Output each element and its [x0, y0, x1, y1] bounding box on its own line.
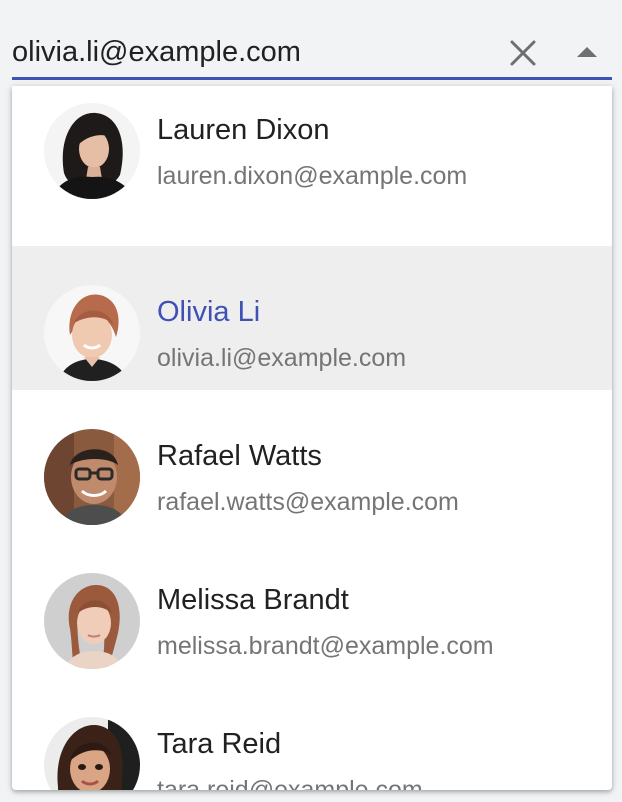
email-input[interactable]: [12, 30, 492, 74]
option-name: Olivia Li: [157, 296, 261, 328]
option-name: Rafael Watts: [157, 440, 322, 472]
arrow-drop-up-icon: [577, 47, 597, 57]
suggestion-list: Lauren Dixon lauren.dixon@example.com Ol…: [12, 86, 612, 790]
email-combobox[interactable]: [12, 0, 612, 80]
avatar: [44, 285, 140, 381]
list-item-tara-reid[interactable]: Tara Reid tara.reid@example.com: [12, 678, 612, 790]
list-item-melissa-brandt[interactable]: Melissa Brandt melissa.brandt@example.co…: [12, 534, 612, 678]
avatar: [44, 717, 140, 790]
close-icon: [510, 40, 536, 66]
avatar: [44, 573, 140, 669]
toggle-list-button[interactable]: [572, 38, 602, 68]
clear-button[interactable]: [506, 36, 540, 70]
option-name: Lauren Dixon: [157, 114, 330, 146]
list-item-rafael-watts[interactable]: Rafael Watts rafael.watts@example.com: [12, 390, 612, 534]
option-email: lauren.dixon@example.com: [157, 162, 468, 190]
avatar: [44, 103, 140, 199]
list-item-lauren-dixon[interactable]: Lauren Dixon lauren.dixon@example.com: [12, 86, 612, 208]
option-name: Melissa Brandt: [157, 584, 349, 616]
option-email: melissa.brandt@example.com: [157, 632, 494, 660]
option-name: Tara Reid: [157, 728, 282, 760]
list-item-olivia-li[interactable]: Olivia Li olivia.li@example.com: [12, 246, 612, 390]
option-email: tara.reid@example.com: [157, 776, 423, 790]
option-email: olivia.li@example.com: [157, 344, 407, 372]
avatar: [44, 429, 140, 525]
option-email: rafael.watts@example.com: [157, 488, 459, 516]
input-underline: [12, 77, 612, 80]
